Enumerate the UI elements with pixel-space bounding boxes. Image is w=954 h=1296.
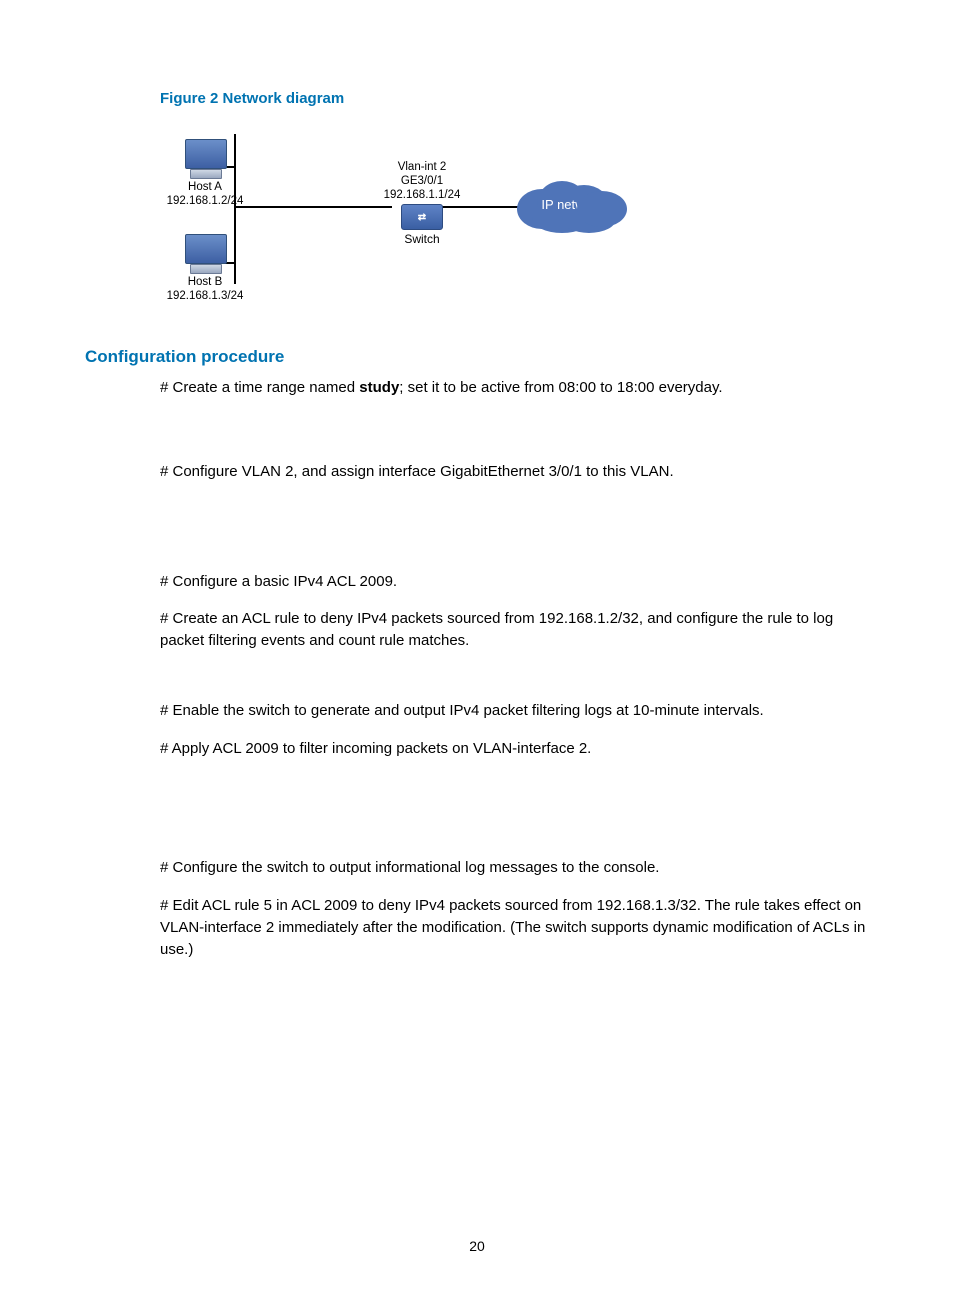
pc-icon — [181, 234, 229, 274]
switch-vlan-label: Vlan-int 2 — [372, 161, 472, 175]
step-2: # Configure VLAN 2, and assign interface… — [160, 461, 869, 483]
switch-label: Switch — [372, 232, 472, 246]
switch-ip-label: 192.168.1.1/24 — [372, 189, 472, 203]
step-1-text-a: # Create a time range named — [160, 379, 359, 396]
step-1-bold: study — [359, 379, 399, 396]
step-5: # Enable the switch to generate and outp… — [160, 700, 869, 722]
step-1: # Create a time range named study; set i… — [160, 377, 869, 399]
host-b-name: Host B — [155, 276, 255, 290]
switch-icon: ⇄ — [401, 204, 443, 230]
page: Figure 2 Network diagram Host A 192.168.… — [0, 0, 954, 1296]
ip-network-cloud: IP network — [512, 181, 632, 231]
host-a: Host A 192.168.1.2/24 — [155, 139, 255, 209]
section-heading: Configuration procedure — [85, 347, 869, 367]
step-8: # Edit ACL rule 5 in ACL 2009 to deny IP… — [160, 895, 869, 960]
step-3: # Configure a basic IPv4 ACL 2009. — [160, 571, 869, 593]
host-b: Host B 192.168.1.3/24 — [155, 234, 255, 304]
step-1-text-b: ; set it to be active from 08:00 to 18:0… — [399, 379, 722, 396]
step-6: # Apply ACL 2009 to filter incoming pack… — [160, 738, 869, 760]
switch: Vlan-int 2 GE3/0/1 192.168.1.1/24 ⇄ Swit… — [372, 161, 472, 246]
step-7: # Configure the switch to output informa… — [160, 857, 869, 879]
pc-icon — [181, 139, 229, 179]
host-a-name: Host A — [155, 181, 255, 195]
network-diagram: Host A 192.168.1.2/24 Host B 192.168.1.3… — [160, 119, 690, 319]
page-number: 20 — [0, 1238, 954, 1254]
bus-to-switch-line — [236, 206, 392, 208]
cloud-label: IP network — [517, 197, 627, 212]
figure-title: Figure 2 Network diagram — [160, 90, 869, 107]
switch-port-label: GE3/0/1 — [372, 175, 472, 189]
step-4: # Create an ACL rule to deny IPv4 packet… — [160, 608, 869, 652]
host-b-ip: 192.168.1.3/24 — [155, 290, 255, 304]
host-a-ip: 192.168.1.2/24 — [155, 195, 255, 209]
cloud-icon: IP network — [517, 181, 627, 231]
